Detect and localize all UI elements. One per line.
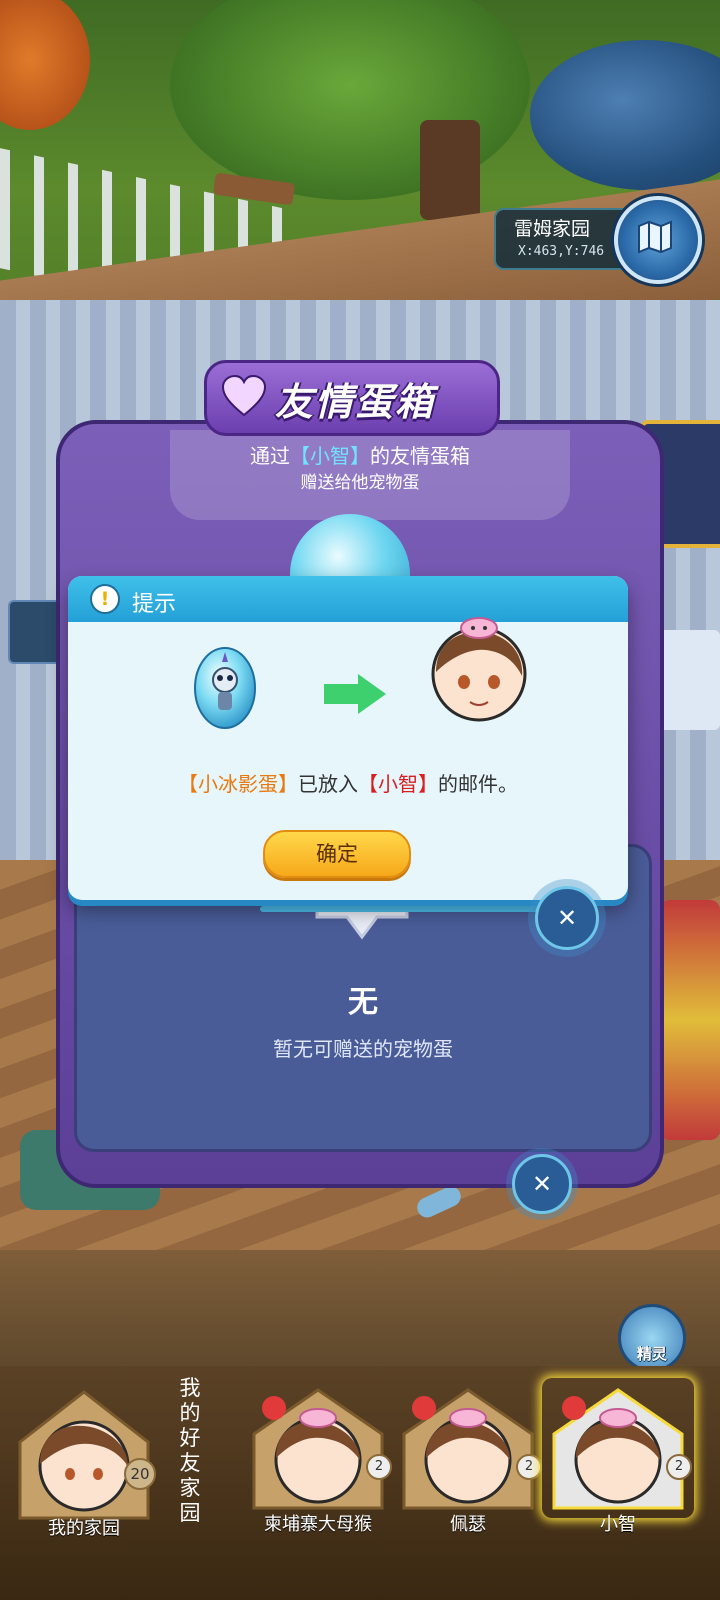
empty-message: 暂无可赠送的宠物蛋: [273, 1037, 453, 1061]
friend-level: 2: [366, 1454, 392, 1480]
friend-home-item-selected[interactable]: 2 小智: [548, 1384, 692, 1535]
dialog-title: 提示: [132, 592, 177, 617]
egg-box-description-line1: 通过【小智】的友情蛋箱: [60, 440, 660, 469]
friend-name: 佩瑟: [450, 1514, 486, 1535]
egg-box-description-line2: 赠送给他宠物蛋: [300, 473, 420, 493]
heart-icon: [221, 375, 267, 417]
egg-box-close-button[interactable]: ✕: [512, 1154, 572, 1214]
friend-level: 2: [666, 1454, 692, 1480]
my-home-avatar: [18, 1390, 150, 1520]
tree-trunk: [420, 120, 480, 220]
friend-name: 小智: [600, 1514, 636, 1535]
ice-egg-image: [194, 647, 256, 729]
confirm-button[interactable]: 确定: [263, 830, 411, 878]
friend-avatar: [431, 617, 527, 722]
location-coords: X:463,Y:746: [518, 244, 605, 259]
dialog-message: 【小冰影蛋】已放入【小智】的邮件。: [68, 768, 628, 797]
map-icon: [638, 220, 672, 254]
message-middle: 已放入: [298, 772, 358, 796]
desc-suffix: 的友情蛋箱: [370, 444, 470, 468]
exclamation-icon: !: [90, 584, 120, 614]
friend-level: 2: [516, 1454, 542, 1480]
friend-avatar: [402, 1388, 534, 1510]
my-home-label: 我的家园: [48, 1518, 120, 1539]
dialog-close-button[interactable]: ✕: [535, 886, 599, 950]
location-name: 雷姆家园: [514, 218, 591, 240]
selection-glow: [542, 1378, 694, 1518]
egg-box-title: 友情蛋箱: [275, 380, 436, 424]
message-egg-name: 【小冰影蛋】: [178, 772, 298, 796]
robot-figure: [660, 900, 720, 1140]
arrow-right-icon: [324, 674, 386, 714]
friends-homes-label: 我的好友家园: [179, 1376, 201, 1525]
friend-home-item[interactable]: 2 佩瑟: [398, 1384, 542, 1535]
floor-edge: [0, 1250, 720, 1370]
tip-dialog: ! 提示 【小冰影蛋】已放入【小智】的邮件。 确定: [68, 576, 628, 900]
map-button[interactable]: [614, 196, 702, 284]
message-end: 的邮件。: [438, 772, 518, 796]
close-icon: ✕: [556, 904, 578, 932]
desc-prefix: 通过: [250, 444, 290, 468]
sprite-helper-label: 精灵: [636, 1345, 667, 1363]
my-home-button[interactable]: 20 我的家园: [14, 1386, 164, 1566]
desc-friend-name: 【小智】: [290, 444, 370, 468]
friend-home-item[interactable]: 2 柬埔寨大母猴: [248, 1384, 392, 1535]
egg-box-title-banner: 友情蛋箱: [204, 360, 500, 436]
close-icon: ✕: [531, 1170, 553, 1198]
message-target-name: 【小智】: [358, 772, 438, 796]
my-home-level: 20: [124, 1458, 156, 1490]
friend-name: 柬埔寨大母猴: [264, 1514, 372, 1535]
dialog-header: ! 提示: [68, 576, 628, 622]
sprite-helper-button[interactable]: 精灵: [618, 1304, 686, 1372]
friend-avatar: [252, 1388, 384, 1510]
dialog-accent-line: [260, 906, 540, 912]
none-label: 无: [348, 985, 378, 1020]
